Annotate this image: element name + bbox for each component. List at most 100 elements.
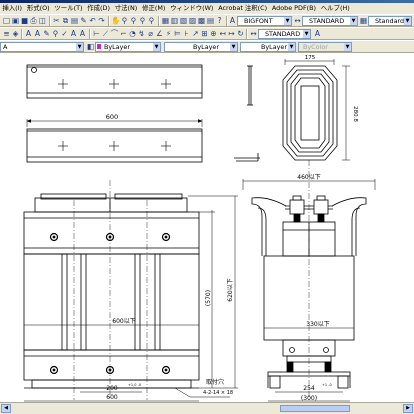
text-icon[interactable]: A bbox=[24, 29, 33, 39]
design-center-icon[interactable]: ▥ bbox=[170, 16, 179, 26]
menu-window[interactable]: ウィンドウ(W) bbox=[168, 3, 216, 14]
scroll-thumb[interactable] bbox=[280, 405, 350, 412]
text-scale-icon[interactable]: A bbox=[69, 29, 78, 39]
table-style-icon: ▦ bbox=[359, 16, 368, 25]
separator bbox=[246, 29, 248, 39]
scroll-right-icon[interactable]: ▶ bbox=[403, 404, 413, 413]
text-justify-icon[interactable]: A bbox=[78, 29, 87, 39]
paste-icon[interactable]: ▤ bbox=[70, 16, 79, 26]
menu-draw[interactable]: 作成(D) bbox=[85, 3, 112, 14]
edit-text-icon[interactable]: ✎ bbox=[42, 29, 51, 39]
leader-icon[interactable]: ↗ bbox=[191, 29, 200, 39]
dim-front-base-width: 600 bbox=[106, 394, 118, 401]
zoom-extents-icon[interactable]: ⚲ bbox=[147, 16, 156, 26]
horizontal-scrollbar[interactable]: ◀ ▶ bbox=[0, 402, 414, 414]
chevron-down-icon[interactable]: ▼ bbox=[230, 43, 237, 51]
calculator-icon[interactable]: ▤ bbox=[206, 16, 215, 26]
mounting-hole bbox=[58, 79, 171, 89]
table-style-combo[interactable]: Standard ▼ bbox=[368, 16, 412, 26]
pan-icon[interactable]: ✋ bbox=[111, 16, 120, 26]
color-combo[interactable]: ByLayer ▼ bbox=[95, 42, 161, 52]
dim-style-combo-2[interactable]: STANDARD ▼ bbox=[258, 29, 311, 39]
coil-top-view bbox=[282, 59, 350, 161]
transformer-drawing: 600 175 280.8 (570) 620以下 600以下 200 +1,0… bbox=[23, 55, 376, 402]
menu-adobe-pdf[interactable]: Adobe PDF(B) bbox=[270, 3, 319, 14]
menu-tools[interactable]: ツール(T) bbox=[52, 3, 85, 14]
chevron-down-icon[interactable]: ▼ bbox=[76, 43, 83, 51]
menu-modify[interactable]: 修正(M) bbox=[140, 3, 168, 14]
text-style-value: BIGFONT bbox=[244, 17, 273, 25]
diameter-icon[interactable]: ⌀ bbox=[146, 29, 155, 39]
chevron-down-icon[interactable]: ▼ bbox=[288, 43, 295, 51]
menu-help[interactable]: ヘルプ(H) bbox=[318, 3, 352, 14]
radius-icon[interactable]: ◔ bbox=[128, 29, 137, 39]
zoom-window-icon[interactable]: ⚲ bbox=[129, 16, 138, 26]
tolerance-icon[interactable]: ⊞ bbox=[200, 29, 209, 39]
properties-icon[interactable]: ▦ bbox=[161, 16, 170, 26]
print-icon[interactable]: ⎙ bbox=[29, 16, 38, 26]
zoom-realtime-icon[interactable]: ⚲ bbox=[120, 16, 129, 26]
chevron-down-icon[interactable]: ▼ bbox=[153, 43, 160, 51]
redo-icon[interactable]: ↷ bbox=[97, 16, 106, 26]
dim-front-total-height: 620以下 bbox=[227, 278, 234, 301]
dim-front-hole-tol: +1,0 -0 bbox=[128, 383, 141, 387]
mtext-icon[interactable]: A bbox=[33, 29, 42, 39]
jogged-icon[interactable]: ↯ bbox=[137, 29, 146, 39]
layer-icon[interactable]: ◈ bbox=[11, 29, 20, 39]
menu-acrobat[interactable]: Acrobat 注釈(C) bbox=[216, 3, 270, 14]
scroll-left-icon[interactable]: ◀ bbox=[1, 404, 11, 413]
chevron-down-icon[interactable]: ▼ bbox=[404, 17, 411, 25]
separator bbox=[158, 16, 160, 26]
menu-insert[interactable]: 挿入(I) bbox=[0, 3, 24, 14]
separator bbox=[49, 16, 51, 26]
override-icon[interactable]: A bbox=[313, 29, 322, 39]
match-properties-icon[interactable]: ✎ bbox=[79, 16, 88, 26]
text-style-combo[interactable]: BIGFONT ▼ bbox=[237, 16, 292, 26]
layer-combo[interactable]: A ▼ bbox=[0, 42, 84, 52]
dim-style-combo[interactable]: STANDARD ▼ bbox=[302, 16, 358, 26]
make-current-icon[interactable]: ◧ bbox=[86, 42, 95, 52]
bottom-plate-view bbox=[26, 128, 203, 163]
new-icon[interactable]: □ bbox=[2, 16, 11, 26]
baseline-icon[interactable]: ⊨ bbox=[173, 29, 182, 39]
dim-style-value-2: STANDARD bbox=[265, 30, 301, 38]
copy-icon[interactable]: ⧉ bbox=[61, 16, 70, 26]
menu-format[interactable]: 形式(O) bbox=[24, 3, 52, 14]
zoom-previous-icon[interactable]: ⚲ bbox=[138, 16, 147, 26]
continue-icon[interactable]: ⊦ bbox=[182, 29, 191, 39]
chevron-down-icon[interactable]: ▼ bbox=[350, 17, 357, 25]
menu-dimension[interactable]: 寸法(N) bbox=[112, 3, 139, 14]
layer-value: A bbox=[3, 43, 8, 51]
cut-icon[interactable]: ✂ bbox=[52, 16, 61, 26]
markup-icon[interactable]: ▩ bbox=[197, 16, 206, 26]
linear-dim-icon[interactable]: ⊢ bbox=[92, 29, 101, 39]
separator bbox=[21, 29, 23, 39]
find-icon[interactable]: ⚲ bbox=[51, 29, 60, 39]
dim-update-icon[interactable]: ↻ bbox=[236, 29, 245, 39]
dim-text-edit-icon[interactable]: ↦ bbox=[227, 29, 236, 39]
dim-edit-icon[interactable]: ↤ bbox=[218, 29, 227, 39]
save-icon[interactable]: ■ bbox=[20, 16, 29, 26]
center-mark-icon[interactable]: ⊕ bbox=[209, 29, 218, 39]
mount-hole-label: 取付穴 bbox=[206, 378, 224, 386]
help-icon[interactable]: ? bbox=[215, 16, 224, 26]
linetype-combo[interactable]: ByLayer ▼ bbox=[164, 42, 238, 52]
sheet-set-icon[interactable]: ▨ bbox=[188, 16, 197, 26]
tool-palettes-icon[interactable]: ▧ bbox=[179, 16, 188, 26]
preview-icon[interactable]: ◫ bbox=[38, 16, 47, 26]
quick-dim-icon[interactable]: ⚡ bbox=[164, 29, 173, 39]
angular-icon[interactable]: ∠ bbox=[155, 29, 164, 39]
ordinate-icon[interactable]: ⌐ bbox=[119, 29, 128, 39]
layer-state-icon[interactable]: ≡ bbox=[2, 29, 11, 39]
undo-icon[interactable]: ↶ bbox=[88, 16, 97, 26]
open-icon[interactable]: ▣ bbox=[11, 16, 20, 26]
chevron-down-icon[interactable]: ▼ bbox=[303, 30, 310, 38]
plotstyle-combo: ByColor ▼ bbox=[298, 42, 352, 52]
aligned-dim-icon[interactable]: ⟋ bbox=[101, 29, 110, 39]
arc-length-icon[interactable]: ⌒ bbox=[110, 29, 119, 39]
lineweight-value: ByLayer bbox=[261, 43, 287, 51]
lineweight-combo[interactable]: ByLayer ▼ bbox=[240, 42, 296, 52]
spell-icon[interactable]: ✓ bbox=[60, 29, 69, 39]
drawing-canvas[interactable]: 600 175 280.8 (570) 620以下 600以下 200 +1,0… bbox=[0, 53, 414, 402]
chevron-down-icon[interactable]: ▼ bbox=[284, 17, 291, 25]
